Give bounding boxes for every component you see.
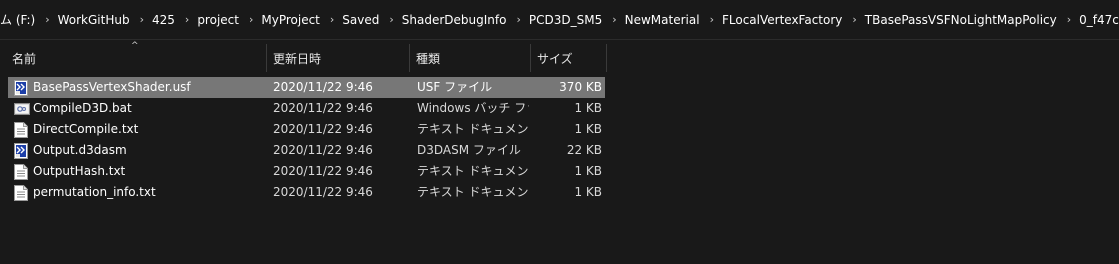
column-header: ^ 名前 更新日時 種類 サイズ	[0, 40, 1119, 76]
file-date: 2020/11/22 9:46	[273, 185, 373, 199]
breadcrumb-separator-chevron-icon[interactable]: ›	[136, 0, 152, 39]
file-row[interactable]: CompileD3D.bat 2020/11/22 9:46 Windows バッチ…	[0, 98, 1119, 119]
file-size: 1 KB	[574, 101, 602, 115]
breadcrumb-separator-chevron-icon[interactable]: ›	[385, 0, 401, 39]
file-name[interactable]: OutputHash.txt	[33, 161, 265, 182]
file-list: BasePassVertexShader.usf 2020/11/22 9:46 U…	[0, 77, 1119, 203]
shader-file-icon	[14, 143, 28, 159]
file-size: 22 KB	[566, 143, 602, 157]
file-name[interactable]: CompileD3D.bat	[33, 98, 265, 119]
breadcrumb-separator-chevron-icon[interactable]: ›	[706, 0, 722, 39]
column-header-type[interactable]: 種類	[410, 40, 530, 76]
shader-file-icon	[14, 80, 28, 96]
file-date: 2020/11/22 9:46	[273, 80, 373, 94]
file-type: D3DASM ファイル	[417, 143, 521, 157]
breadcrumb-item[interactable]: TBasePassVSFNoLightMapPolicy	[865, 0, 1063, 39]
batch-file-icon	[14, 101, 30, 117]
file-row[interactable]: Output.d3dasm 2020/11/22 9:46 D3DASM ファイル 2…	[0, 140, 1119, 161]
breadcrumb-separator-chevron-icon[interactable]: ›	[1063, 0, 1079, 39]
breadcrumb-item[interactable]: Saved	[342, 0, 385, 39]
file-type: テキスト ドキュメント	[417, 185, 529, 199]
file-name[interactable]: BasePassVertexShader.usf	[33, 77, 265, 98]
breadcrumb-separator-chevron-icon[interactable]: ›	[41, 0, 57, 39]
breadcrumb-item[interactable]: 425	[152, 0, 181, 39]
file-type: テキスト ドキュメント	[417, 122, 529, 136]
text-file-icon	[14, 185, 28, 201]
breadcrumb-item[interactable]: project	[197, 0, 245, 39]
column-header-size[interactable]: サイズ	[531, 40, 606, 76]
column-header-date[interactable]: 更新日時	[267, 40, 409, 76]
breadcrumb-item[interactable]: ShaderDebugInfo	[402, 0, 513, 39]
file-name[interactable]: DirectCompile.txt	[33, 119, 265, 140]
file-type: テキスト ドキュメント	[417, 164, 529, 178]
breadcrumb-separator-chevron-icon[interactable]: ›	[245, 0, 261, 39]
file-date: 2020/11/22 9:46	[273, 101, 373, 115]
file-row[interactable]: DirectCompile.txt 2020/11/22 9:46 テキスト ドキュ…	[0, 119, 1119, 140]
text-file-icon	[14, 122, 28, 138]
file-size: 1 KB	[574, 122, 602, 136]
file-size: 1 KB	[574, 164, 602, 178]
breadcrumb-item[interactable]: NewMaterial	[625, 0, 706, 39]
breadcrumb-item[interactable]: WorkGitHub	[58, 0, 136, 39]
file-date: 2020/11/22 9:46	[273, 164, 373, 178]
file-row[interactable]: permutation_info.txt 2020/11/22 9:46 テキスト …	[0, 182, 1119, 203]
file-size: 1 KB	[574, 185, 602, 199]
breadcrumb-separator-chevron-icon[interactable]: ›	[181, 0, 197, 39]
file-date: 2020/11/22 9:46	[273, 143, 373, 157]
column-header-name[interactable]: 名前	[6, 40, 266, 76]
breadcrumb-item[interactable]: MyProject	[261, 0, 326, 39]
file-name[interactable]: Output.d3dasm	[33, 140, 265, 161]
file-type: USF ファイル	[417, 80, 493, 94]
column-divider[interactable]	[606, 44, 607, 72]
breadcrumb-separator-chevron-icon[interactable]: ›	[326, 0, 342, 39]
file-type: Windows バッチ ファ...	[417, 101, 529, 115]
file-date: 2020/11/22 9:46	[273, 122, 373, 136]
breadcrumb-item[interactable]: 0_f47c6ec8466907b1	[1079, 0, 1119, 39]
breadcrumb-item[interactable]: PCD3D_SM5	[529, 0, 608, 39]
address-bar[interactable]: ム (F:) › WorkGitHub › 425 › project › MyProject ›…	[0, 0, 1119, 40]
breadcrumb-item[interactable]: FLocalVertexFactory	[722, 0, 848, 39]
breadcrumb-separator-chevron-icon[interactable]: ›	[512, 0, 528, 39]
file-row[interactable]: OutputHash.txt 2020/11/22 9:46 テキスト ドキュメント…	[0, 161, 1119, 182]
breadcrumb-item[interactable]: ム (F:)	[0, 0, 41, 39]
breadcrumb-separator-chevron-icon[interactable]: ›	[608, 0, 624, 39]
breadcrumb-separator-chevron-icon[interactable]: ›	[848, 0, 864, 39]
file-name[interactable]: permutation_info.txt	[33, 182, 265, 203]
file-row[interactable]: BasePassVertexShader.usf 2020/11/22 9:46 U…	[0, 77, 1119, 98]
file-size: 370 KB	[559, 80, 602, 94]
text-file-icon	[14, 164, 28, 180]
